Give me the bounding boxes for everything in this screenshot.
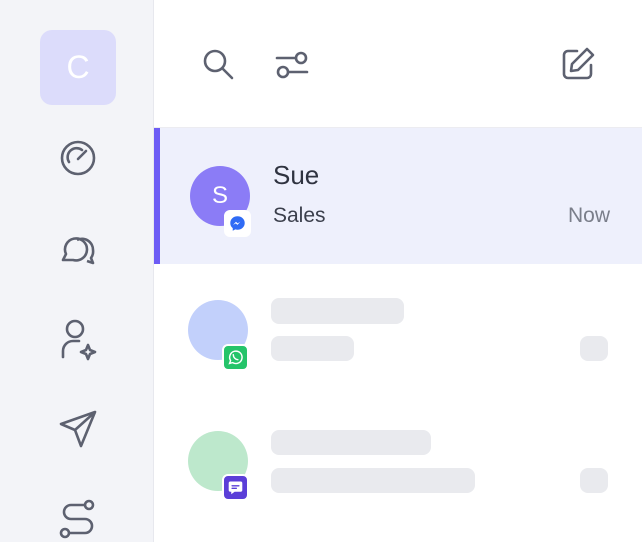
compose-icon[interactable] [556,42,600,86]
broadcast-icon[interactable] [54,405,102,453]
contacts-icon[interactable] [54,316,102,364]
avatar-initial: S [211,182,228,209]
workspace-avatar[interactable]: C [40,30,116,105]
active-indicator [154,128,160,264]
search-icon[interactable] [196,42,240,86]
contact-name: Sue [273,160,320,190]
skeleton-line [271,336,354,361]
livechat-icon [222,474,249,501]
conversation-time: Now [567,204,610,227]
chats-icon[interactable] [54,225,102,273]
contact-team: Sales [273,204,326,227]
skeleton-line [271,430,431,455]
toolbar [154,0,642,128]
conversation-item-loading [154,396,642,542]
sidebar: C [0,0,154,542]
skeleton-time [580,468,608,493]
messenger-icon [224,210,251,237]
skeleton-time [580,336,608,361]
workspace-initial: C [66,49,90,85]
skeleton-line [271,468,475,493]
conversation-item-loading [154,264,642,396]
whatsapp-icon [222,344,249,371]
conversation-list-panel: S Sue Sales Now [154,0,642,542]
filter-icon[interactable] [270,42,314,86]
dashboard-icon[interactable] [54,134,102,182]
conversation-item[interactable]: S Sue Sales Now [154,128,642,264]
skeleton-line [271,298,404,324]
workflows-icon[interactable] [54,496,102,544]
